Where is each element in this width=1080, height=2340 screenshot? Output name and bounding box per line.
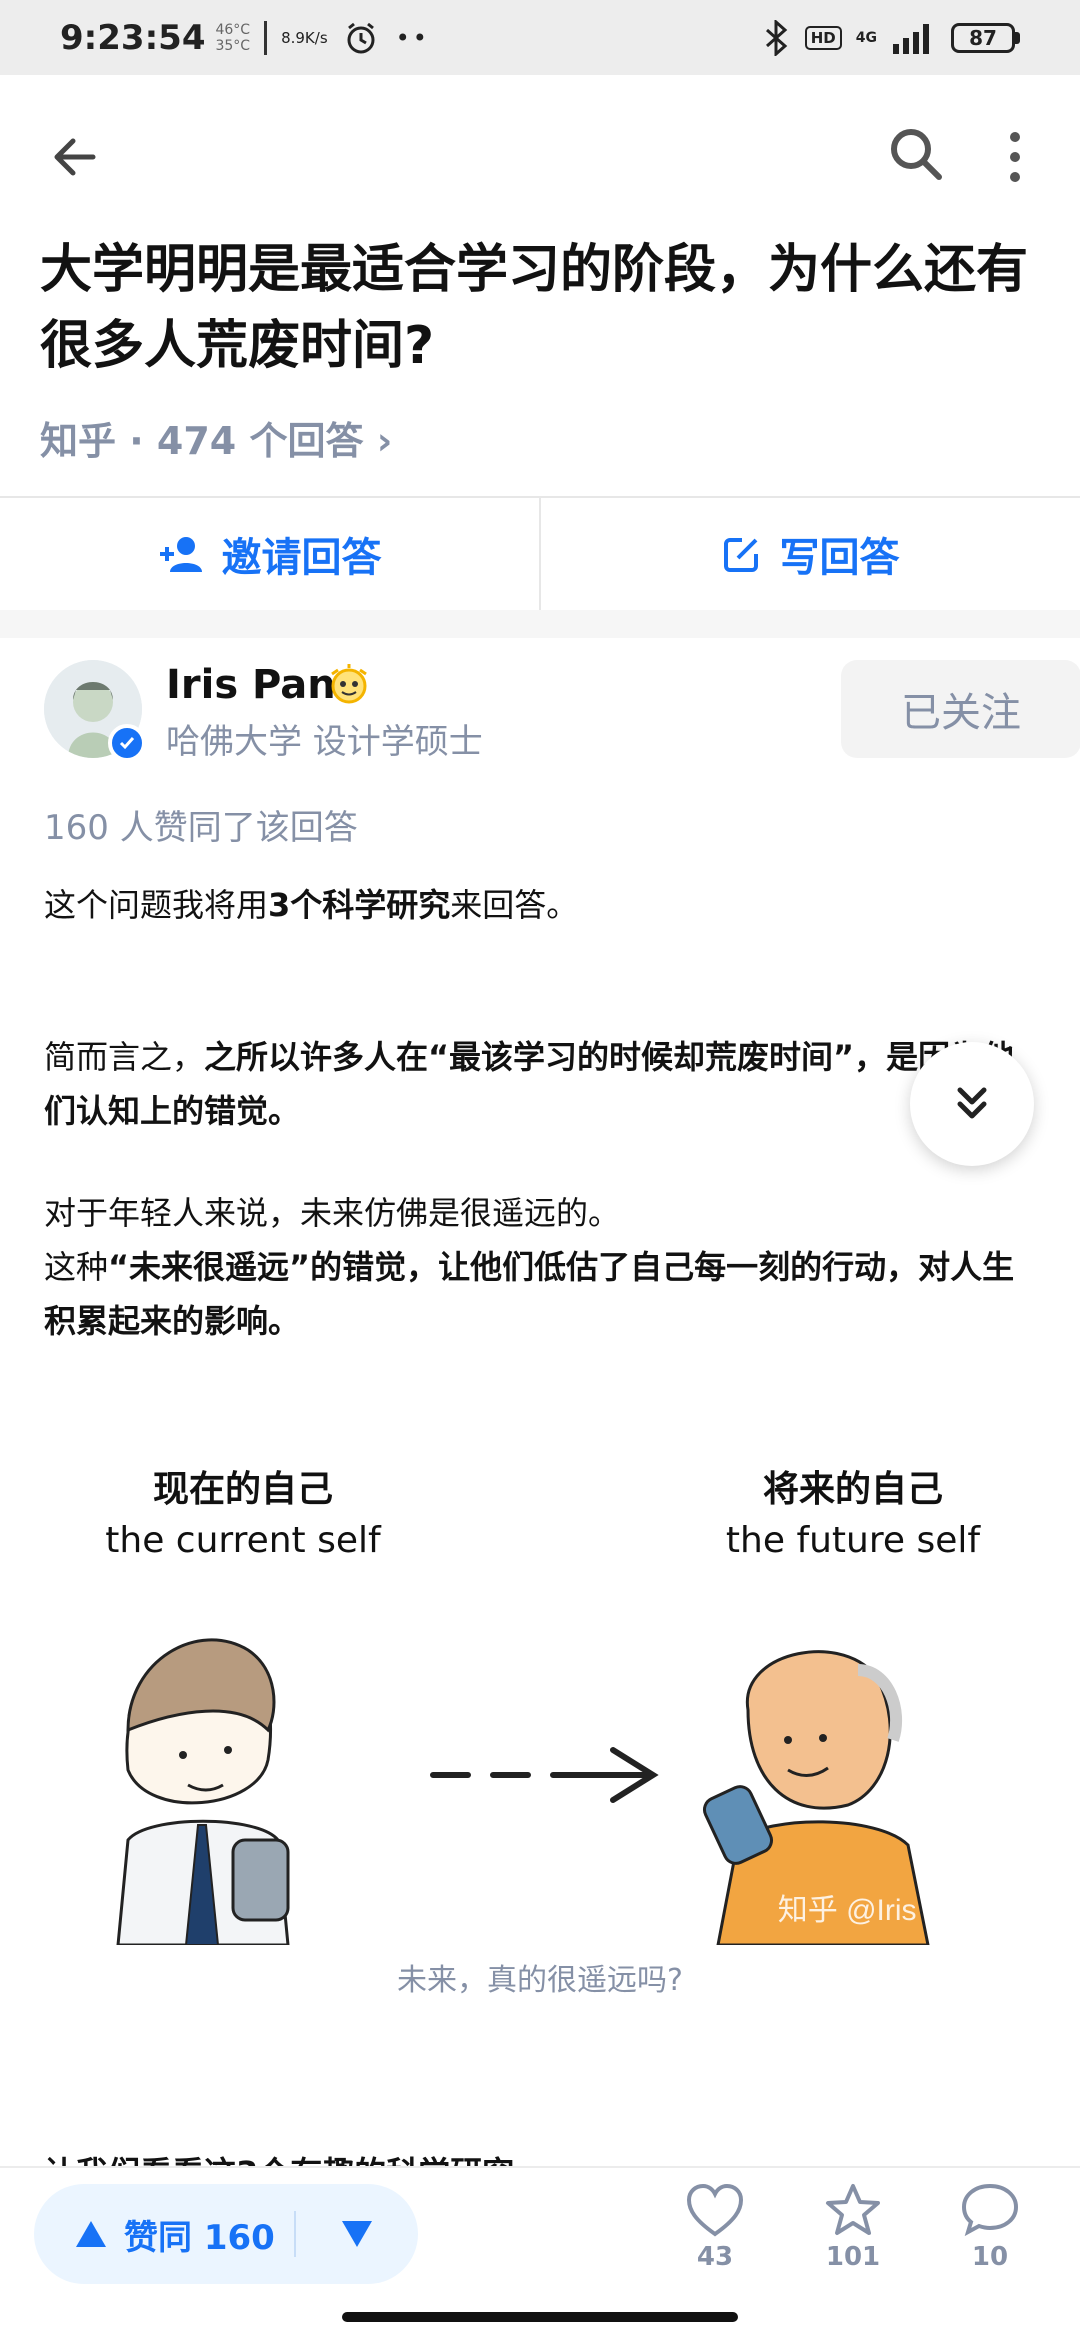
status-bar: 9:23:54 46°C 35°C 8.9K/s •• HD 4G 87 [0, 0, 1080, 75]
home-indicator[interactable] [342, 2312, 738, 2322]
scroll-next-button[interactable] [910, 1042, 1034, 1166]
answer-paragraph-1: 这个问题我将用3个科学研究来回答。 [44, 886, 579, 924]
temp-high: 46°C [215, 21, 251, 38]
status-temps: 46°C 35°C [215, 22, 250, 54]
battery-icon: 87 [951, 22, 1020, 53]
image-caption: 未来，真的很遥远吗? [397, 1963, 683, 1998]
edit-icon [723, 538, 758, 572]
battery-level: 87 [951, 22, 1015, 53]
favorite-button[interactable]: 101 [803, 2182, 903, 2302]
invite-answer-button[interactable]: 邀请回答 [0, 498, 539, 610]
author-card: Iris Pan 哈佛大学 设计学硕士 已关注 [44, 660, 1080, 762]
vote-control: 赞同 160 [34, 2184, 418, 2284]
comment-icon [961, 2183, 1019, 2237]
illus-left-cn: 现在的自己 [152, 1469, 333, 1510]
hd-badge: HD [804, 25, 842, 50]
question-source: 知乎 [40, 419, 117, 463]
question-title[interactable]: 大学明明是最适合学习的阶段，为什么还有很多人荒废时间? [40, 232, 1040, 384]
verified-badge-icon [108, 724, 146, 762]
downvote-triangle-icon [342, 2221, 372, 2247]
author-badge-icon [331, 664, 367, 704]
illus-right-cn: 将来的自己 [762, 1469, 943, 1510]
upvote-button[interactable]: 赞同 160 [34, 2210, 294, 2259]
like-count: 43 [696, 2242, 734, 2272]
status-time: 9:23:54 [60, 17, 206, 58]
author-name[interactable]: Iris Pan [166, 662, 336, 708]
upvote-triangle-icon [76, 2221, 106, 2247]
section-gap [0, 610, 1080, 638]
invite-answer-label: 邀请回答 [221, 535, 382, 581]
heart-icon [686, 2183, 744, 2237]
comment-button[interactable]: 10 [940, 2182, 1040, 2302]
write-answer-label: 写回答 [779, 535, 900, 581]
back-arrow-icon[interactable] [45, 125, 109, 189]
signal-icon [893, 23, 929, 54]
upvote-summary: 160 人赞同了该回答 [44, 808, 358, 848]
alarm-icon [347, 22, 375, 53]
status-divider [264, 20, 268, 55]
network-type: 4G [855, 29, 877, 46]
followed-button[interactable]: 已关注 [841, 660, 1080, 758]
temp-low: 35°C [215, 37, 251, 54]
question-actions: 邀请回答 写回答 [0, 498, 1080, 610]
illus-right-en: the future self [725, 1520, 981, 1561]
answer-illustration[interactable]: 现在的自己 the current self 将来的自己 the future … [88, 1450, 1038, 1945]
illus-left-en: the current self [105, 1520, 381, 1561]
answer-paragraph-3: 对于年轻人来说，未来仿佛是很遥远的。 这种“未来很遥远”的错觉，让他们低估了自己… [44, 1194, 1015, 1340]
favorite-count: 101 [825, 2242, 881, 2272]
top-bar [0, 75, 1080, 230]
notification-dots: •• [395, 23, 430, 52]
like-button[interactable]: 43 [665, 2182, 765, 2302]
illus-drawing: 知乎 @Iris Pan [116, 1638, 979, 1945]
downvote-button[interactable] [296, 2219, 418, 2249]
answer-paragraph-2: 简而言之，之所以许多人在“最该学习的时候却荒废时间”，是因为他们认知上的错觉。 [44, 1038, 1015, 1130]
illus-watermark: 知乎 @Iris Pan [778, 1894, 979, 1927]
question-meta[interactable]: 知乎 · 474 个回答 › [40, 410, 392, 465]
write-answer-button[interactable]: 写回答 [541, 498, 1080, 610]
double-chevron-down-icon [957, 1087, 987, 1119]
invite-user-icon [159, 537, 202, 572]
answer-paragraph-4: 让我们看看这3个有趣的科学研究 [44, 2146, 514, 2166]
author-description: 哈佛大学 设计学硕士 [166, 722, 483, 762]
upvote-label: 赞同 160 [124, 2217, 275, 2258]
comment-count: 10 [971, 2242, 1009, 2272]
search-icon[interactable] [885, 123, 945, 183]
network-speed: 8.9K/s [281, 28, 328, 47]
more-options-icon[interactable] [995, 125, 1035, 189]
star-icon [826, 2184, 880, 2235]
bluetooth-icon [765, 19, 788, 56]
answer-count: 474 个回答 › [156, 419, 393, 463]
